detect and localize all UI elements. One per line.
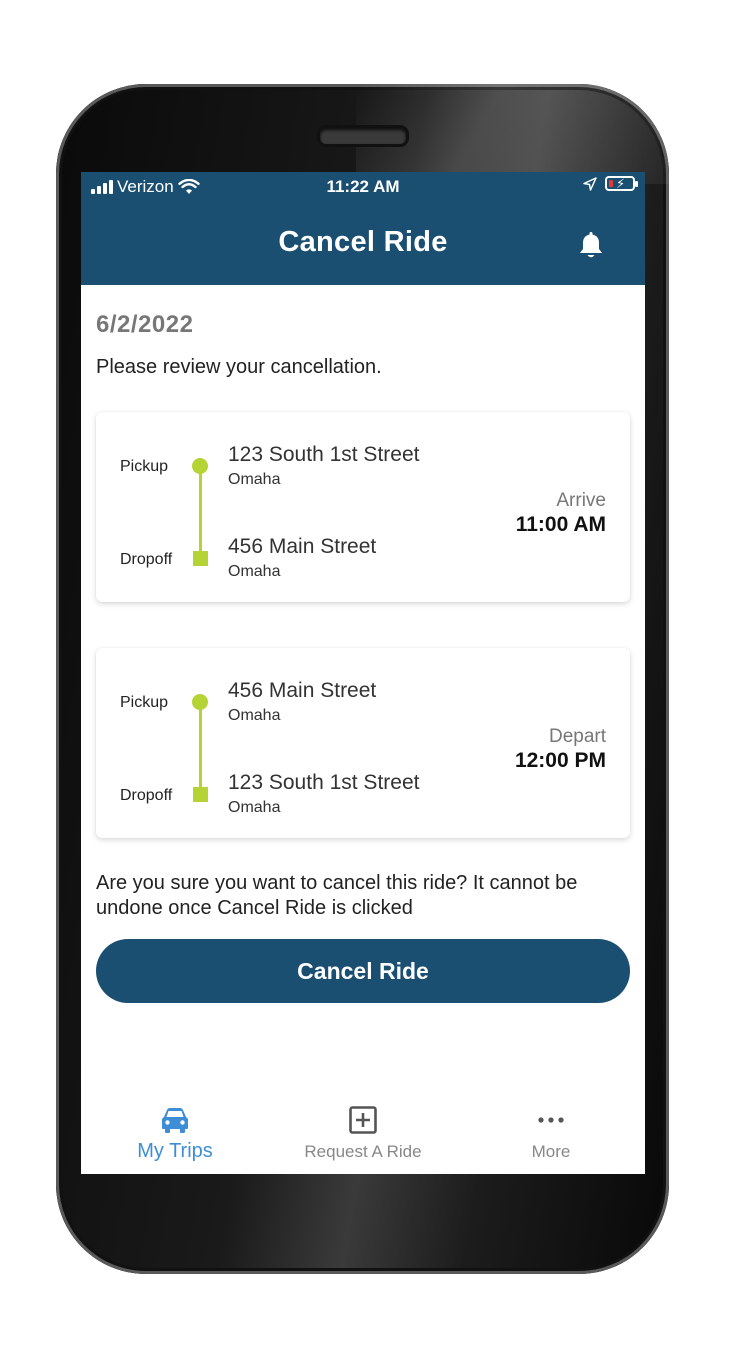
charging-bolt-icon: ⚡ (616, 176, 626, 191)
car-icon (162, 1108, 188, 1133)
route-line (199, 702, 202, 792)
plus-square-icon (349, 1106, 377, 1134)
tab-label: My Trips (137, 1140, 213, 1162)
tab-more[interactable]: More (457, 1092, 645, 1174)
pickup-label: Pickup (120, 694, 169, 711)
dropoff-marker-icon (193, 787, 208, 802)
status-icons: ⚡ (583, 176, 638, 191)
time-label: Arrive (556, 490, 606, 511)
dropoff-label: Dropoff (120, 551, 173, 568)
status-bar: Verizon 11:22 AM ⚡ (81, 172, 645, 202)
pickup-address: 456 Main Street (228, 679, 377, 702)
location-arrow-icon (583, 176, 597, 191)
time-value: 11:00 AM (515, 513, 606, 536)
app-screen: Verizon 11:22 AM ⚡ Cancel Ride 6/2/2022 … (81, 172, 645, 1174)
dropoff-address: 456 Main Street (228, 535, 377, 558)
pickup-address: 123 South 1st Street (228, 443, 420, 466)
phone-speaker (317, 125, 409, 147)
ride-date: 6/2/2022 (96, 311, 194, 338)
dropoff-label: Dropoff (120, 787, 173, 804)
pickup-city: Omaha (228, 471, 281, 488)
app-header: Verizon 11:22 AM ⚡ Cancel Ride (81, 172, 645, 285)
tab-my-trips[interactable]: My Trips (81, 1092, 269, 1174)
trip-card: Pickup Dropoff 123 South 1st Street Omah… (96, 412, 630, 602)
dropoff-marker-icon (193, 551, 208, 566)
trip-card: Pickup Dropoff 456 Main Street Omaha 123… (96, 648, 630, 838)
dropoff-city: Omaha (228, 563, 281, 580)
more-dots-icon (538, 1117, 564, 1123)
time-value: 12:00 PM (514, 749, 606, 772)
time-label: Depart (548, 726, 606, 747)
page-title: Cancel Ride (278, 226, 448, 258)
status-time: 11:22 AM (326, 177, 400, 196)
tab-bar: My Trips Request A Ride More (81, 1092, 645, 1174)
pickup-label: Pickup (120, 458, 169, 475)
tab-label: More (531, 1142, 571, 1161)
tab-label: Request A Ride (304, 1142, 422, 1161)
tab-request-a-ride[interactable]: Request A Ride (269, 1092, 457, 1174)
pickup-marker-icon (192, 694, 208, 710)
bell-icon[interactable] (577, 230, 605, 260)
review-text: Please review your cancellation. (96, 356, 382, 378)
dropoff-address: 123 South 1st Street (228, 771, 420, 794)
pickup-city: Omaha (228, 707, 281, 724)
dropoff-city: Omaha (228, 799, 281, 816)
pickup-marker-icon (192, 458, 208, 474)
route-line (199, 466, 202, 556)
battery-icon: ⚡ (605, 176, 638, 191)
cancel-ride-button[interactable]: Cancel Ride (96, 939, 630, 1003)
confirm-text: Are you sure you want to cancel this rid… (96, 872, 578, 919)
